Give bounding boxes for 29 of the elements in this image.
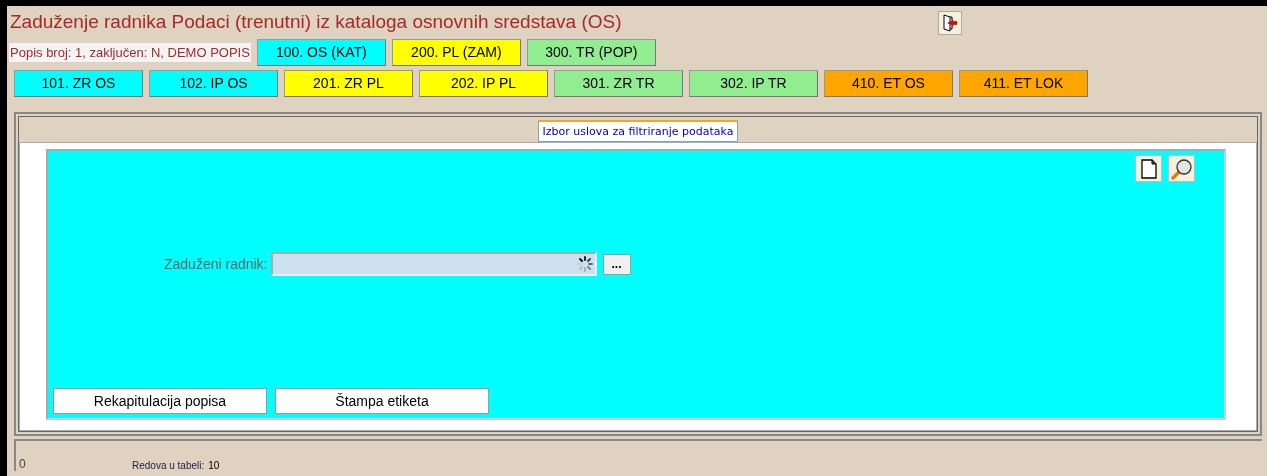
rows-label: Redova u tabeli: (132, 460, 205, 471)
action-button[interactable]: 410. ET OS (824, 69, 953, 97)
group-button[interactable]: 100. OS (KAT) (256, 38, 386, 66)
new-document-button[interactable] (1135, 155, 1162, 182)
document-icon (1140, 158, 1157, 179)
action-button[interactable]: 201. ZR PL (284, 69, 413, 97)
window-title: Zaduženje radnika Podaci (trenutni) iz kataloga osnovnih sredstava (OS) (9, 11, 623, 33)
group-button[interactable]: 200. PL (ZAM) (391, 38, 521, 66)
group-button[interactable]: 300. TR (POP) (526, 38, 656, 66)
search-icon (1170, 157, 1193, 180)
action-button[interactable]: Štampa etiketa (275, 388, 489, 414)
action-button[interactable]: 202. IP PL (419, 69, 548, 97)
inventory-info: Popis broj: 1, zaključen: N, DEMO POPIS (9, 42, 251, 62)
action-button[interactable]: 102. IP OS (149, 69, 278, 97)
browse-button[interactable]: ... (602, 253, 631, 275)
exit-button[interactable] (938, 11, 962, 35)
field-label: Zaduženi radnik: (164, 256, 268, 272)
rows-value: 10 (208, 460, 220, 471)
search-button[interactable] (1168, 155, 1195, 182)
worker-field[interactable] (270, 252, 597, 276)
door-exit-icon (942, 14, 958, 32)
action-button[interactable]: 302. IP TR (689, 69, 818, 97)
action-button[interactable]: 411. ET LOK (959, 69, 1088, 97)
action-button[interactable]: 301. ZR TR (554, 69, 683, 97)
action-button[interactable]: Rekapitulacija popisa (53, 388, 267, 414)
loading-spinner-icon (576, 256, 593, 272)
record-count: 0 (19, 457, 27, 471)
action-button[interactable]: 101. ZR OS (14, 69, 143, 97)
filter-tab[interactable]: Izbor uslova za filtriranje podataka (537, 120, 739, 142)
